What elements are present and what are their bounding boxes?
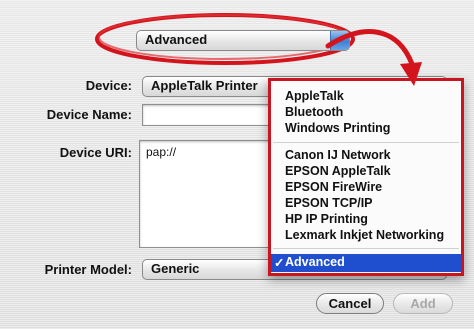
menu-item-advanced-selected[interactable]: ✓ Advanced [271,254,461,272]
menu-item-lexmark-inkjet-networking[interactable]: Lexmark Inkjet Networking [285,228,444,242]
menu-separator [273,142,459,143]
menu-item-epson-appletalk[interactable]: EPSON AppleTalk [285,164,391,178]
menu-item-canon-ij-network[interactable]: Canon IJ Network [285,148,391,162]
device-name-label: Device Name: [46,107,132,122]
connection-type-menu: AppleTalk Bluetooth Windows Printing Can… [268,78,464,276]
annotation-arrow-icon [325,29,422,86]
menu-item-advanced-label: Advanced [285,255,345,269]
menu-item-epson-tcpip[interactable]: EPSON TCP/IP [285,196,373,210]
device-uri-label: Device URI: [59,145,132,160]
add-button[interactable]: Add [393,293,453,314]
menu-separator [273,248,459,249]
menu-item-hp-ip-printing[interactable]: HP IP Printing [285,212,368,226]
printer-model-value: Generic [151,261,200,276]
menu-item-bluetooth[interactable]: Bluetooth [285,105,343,119]
mode-popup-value: Advanced [145,32,208,47]
printer-model-label: Printer Model: [44,262,132,277]
menu-item-windows-printing[interactable]: Windows Printing [285,121,390,135]
device-popup-value: AppleTalk Printer [151,78,258,93]
device-uri-value: pap:// [146,145,177,159]
menu-item-epson-firewire[interactable]: EPSON FireWire [285,180,382,194]
device-label: Device: [85,78,132,93]
cancel-button[interactable]: Cancel [316,293,384,314]
mode-popup[interactable]: Advanced [136,30,350,51]
checkmark-icon: ✓ [274,256,285,270]
